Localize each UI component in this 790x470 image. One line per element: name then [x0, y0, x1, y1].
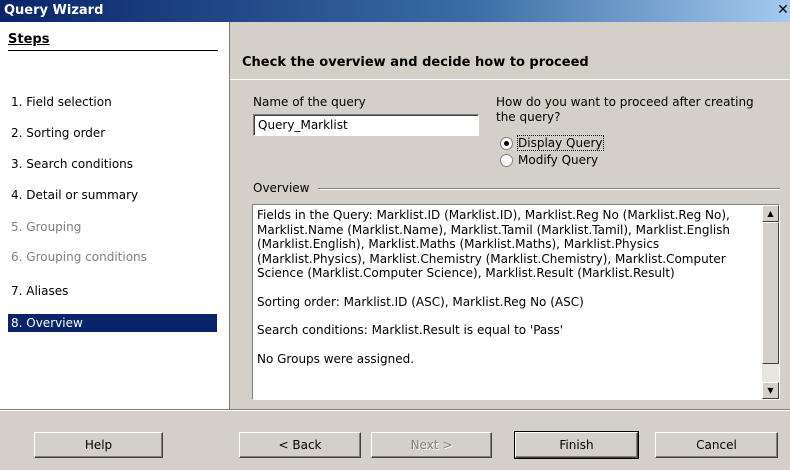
steps-divider — [8, 50, 218, 51]
query-name-input[interactable]: Query_Marklist — [253, 114, 479, 136]
overview-textarea[interactable]: Fields in the Query: Marklist.ID (Markli… — [252, 204, 780, 400]
step-field-selection[interactable]: 1. Field selection — [8, 93, 217, 111]
display-query-radio[interactable] — [500, 137, 513, 150]
step-grouping-conditions: 6. Grouping conditions — [11, 250, 147, 264]
steps-panel — [0, 22, 230, 409]
page-heading: Check the overview and decide how to pro… — [242, 55, 589, 70]
proceed-question-label-2: the query? — [496, 110, 561, 124]
proceed-question-label: How do you want to proceed after creatin… — [496, 95, 754, 109]
cancel-button[interactable]: Cancel — [655, 432, 778, 458]
back-button[interactable]: < Back — [239, 432, 361, 458]
window-title: Query Wizard — [4, 3, 104, 18]
modify-query-label[interactable]: Modify Query — [518, 153, 598, 167]
footer-divider — [0, 409, 790, 410]
overview-fields: Fields in the Query: Marklist.ID (Markli… — [257, 208, 731, 280]
display-query-label[interactable]: Display Query — [517, 135, 604, 151]
up-arrow-icon[interactable]: ▲ — [762, 205, 779, 222]
step-aliases[interactable]: 7. Aliases — [8, 282, 217, 300]
overview-search: Search conditions: Marklist.Result is eq… — [257, 323, 564, 337]
scrollbar-thumb[interactable] — [762, 222, 779, 364]
step-sorting-order[interactable]: 2. Sorting order — [8, 124, 217, 142]
close-icon[interactable]: ✕ — [776, 3, 790, 17]
down-arrow-icon[interactable]: ▼ — [762, 382, 779, 399]
title-bar: Query Wizard ✕ — [0, 0, 790, 22]
finish-button[interactable]: Finish — [514, 431, 639, 459]
step-search-conditions[interactable]: 3. Search conditions — [8, 155, 217, 173]
overview-scrollbar[interactable]: ▲ ▼ — [762, 205, 779, 399]
help-button[interactable]: Help — [34, 432, 163, 458]
next-button[interactable]: Next > — [371, 432, 492, 458]
step-overview[interactable]: 8. Overview — [8, 314, 217, 332]
radio-selected-dot — [504, 141, 509, 146]
step-detail-or-summary[interactable]: 4. Detail or summary — [8, 186, 217, 204]
header-divider — [230, 79, 790, 80]
overview-group-line — [318, 188, 780, 189]
overview-text: Fields in the Query: Marklist.ID (Markli… — [257, 208, 757, 380]
query-name-label: Name of the query — [253, 95, 366, 109]
modify-query-radio[interactable] — [500, 154, 513, 167]
overview-label: Overview — [253, 181, 310, 195]
step-grouping: 5. Grouping — [11, 220, 82, 234]
overview-groups: No Groups were assigned. — [257, 351, 415, 366]
overview-sorting: Sorting order: Marklist.ID (ASC), Markli… — [257, 294, 584, 309]
steps-heading: Steps — [8, 32, 50, 47]
